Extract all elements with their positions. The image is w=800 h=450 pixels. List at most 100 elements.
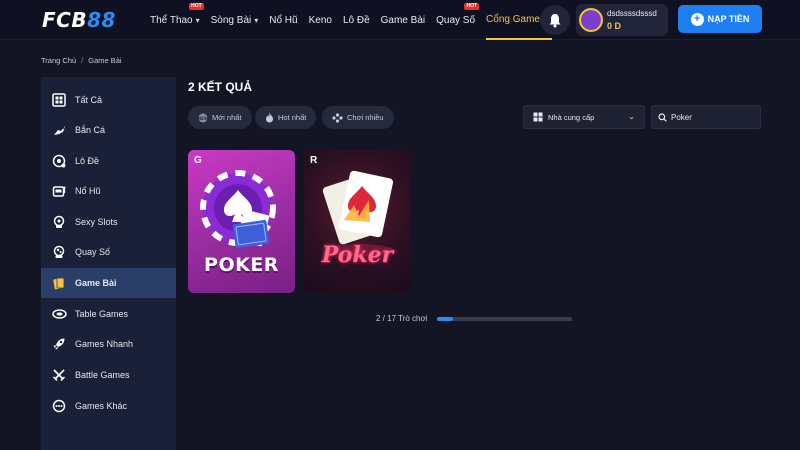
- fire-icon: [265, 112, 274, 123]
- sidebar-item-label: Games Khác: [75, 401, 128, 411]
- grid-icon: [51, 92, 67, 108]
- sidebar-item-game-bai[interactable]: Game Bài: [41, 268, 176, 298]
- hot-badge: HOT: [464, 3, 480, 10]
- sidebar-item-label: Games Nhanh: [75, 339, 134, 349]
- game-title: Poker: [321, 242, 394, 268]
- new-icon: NEW: [198, 113, 208, 123]
- filter-hottest-button[interactable]: Hot nhất: [255, 106, 317, 129]
- chevron-down-icon: ▾: [254, 15, 259, 25]
- nav-label: Quay Số: [436, 14, 476, 26]
- notification-bell-button[interactable]: [540, 5, 570, 35]
- swords-icon: [51, 367, 67, 383]
- filter-label: Hot nhất: [278, 113, 307, 122]
- fish-icon: [51, 122, 67, 138]
- deposit-label: NẠP TIỀN: [707, 14, 750, 24]
- filter-most-played-button[interactable]: Chơi nhiều: [322, 106, 394, 129]
- nav-item-no-hu[interactable]: Nổ Hũ: [269, 0, 297, 40]
- nav-label: Thể Thao: [150, 14, 193, 26]
- result-count-title: 2 KẾT QUẢ: [188, 80, 253, 94]
- slots-icon: [51, 214, 67, 230]
- top-header: FCB88 Thể Thao ▾ HOT Sòng Bài ▾ Nổ Hũ Ke…: [0, 0, 800, 40]
- sidebar-item-label: Quay Số: [75, 247, 111, 257]
- provider-badge: G: [194, 155, 202, 166]
- sidebar-item-label: Tất Cả: [75, 95, 103, 105]
- sidebar-item-no-hu[interactable]: Nổ Hũ: [41, 176, 176, 206]
- sidebar-item-label: Table Games: [75, 309, 129, 319]
- sidebar-item-label: Battle Games: [75, 370, 130, 380]
- deposit-button[interactable]: + NẠP TIỀN: [678, 5, 762, 33]
- provider-badge: R: [310, 155, 318, 166]
- game-title: POKER: [204, 254, 279, 276]
- lottery-ball-icon: [51, 153, 67, 169]
- main-nav: Thể Thao ▾ HOT Sòng Bài ▾ Nổ Hũ Keno Lô …: [150, 0, 563, 40]
- search-input[interactable]: [671, 112, 756, 122]
- search-icon: [658, 112, 667, 122]
- chevron-down-icon: ⌄: [628, 112, 635, 121]
- logo-text-part2: 88: [87, 8, 116, 32]
- game-card-poker-1[interactable]: G POKER: [188, 150, 295, 293]
- sidebar-item-lo-de[interactable]: Lô Đề: [41, 146, 176, 176]
- user-account-box[interactable]: dsdssssdsssd 0 D: [576, 4, 668, 36]
- more-games-icon: [51, 398, 67, 414]
- gamepad-icon: [332, 112, 343, 123]
- nav-item-the-thao[interactable]: Thể Thao ▾ HOT: [150, 0, 204, 40]
- hot-badge: HOT: [189, 3, 204, 10]
- game-card-poker-2[interactable]: R Poker: [304, 150, 411, 293]
- nav-label: Sòng Bài: [210, 14, 252, 26]
- search-box[interactable]: [651, 105, 761, 129]
- sidebar-item-label: Lô Đề: [75, 156, 100, 166]
- breadcrumb-current: Game Bài: [88, 56, 122, 65]
- cards-icon: [51, 275, 67, 291]
- playing-cards-artwork: [322, 170, 394, 256]
- breadcrumb-separator: /: [81, 56, 84, 65]
- site-logo[interactable]: FCB88: [42, 9, 116, 31]
- rocket-icon: [51, 336, 67, 352]
- plus-icon: +: [690, 12, 704, 26]
- filter-newest-button[interactable]: NEW Mới nhất: [188, 106, 252, 129]
- nav-label: Keno: [308, 14, 332, 26]
- nav-item-quay-so[interactable]: Quay Số HOT: [436, 0, 480, 40]
- sidebar-item-games-khac[interactable]: Games Khác: [41, 391, 176, 421]
- breadcrumb: Trang Chủ / Game Bài: [41, 56, 122, 65]
- sidebar-item-label: Bắn Cá: [75, 125, 106, 135]
- nav-item-song-bai[interactable]: Sòng Bài ▾: [211, 0, 259, 40]
- nav-label: Lô Đề: [342, 14, 370, 26]
- sidebar-item-label: Game Bài: [75, 278, 117, 288]
- avatar-image: [581, 10, 601, 30]
- bell-icon: [549, 13, 561, 27]
- sidebar-item-sexy-slots[interactable]: Sexy Slots: [41, 207, 176, 237]
- category-sidebar: Tất Cả Bắn Cá Lô Đề Nổ Hũ Sexy Slots Qua…: [41, 77, 176, 450]
- sidebar-item-ban-ca[interactable]: Bắn Cá: [41, 115, 176, 145]
- account-balance: 0 D: [607, 21, 622, 31]
- sidebar-item-label: Sexy Slots: [75, 217, 118, 227]
- svg-text:NEW: NEW: [198, 115, 208, 120]
- progress-fill: [437, 317, 453, 321]
- avatar: [579, 8, 603, 32]
- nav-item-keno[interactable]: Keno: [309, 0, 332, 40]
- sidebar-item-games-nhanh[interactable]: Games Nhanh: [41, 329, 176, 359]
- chevron-down-icon: ▾: [195, 15, 200, 25]
- load-progress-bar: [437, 317, 572, 321]
- filter-label: Chơi nhiều: [347, 113, 384, 122]
- lottery-draw-icon: [51, 244, 67, 260]
- sidebar-item-quay-so[interactable]: Quay Số: [41, 237, 176, 267]
- nav-label: Cổng Games: [486, 13, 545, 25]
- pagination-text: 2 / 17 Trò chơi: [376, 314, 428, 323]
- grid-icon: [533, 112, 543, 122]
- nav-label: Game Bài: [380, 14, 426, 26]
- username: dsdssssdsssd: [607, 9, 657, 18]
- provider-dropdown[interactable]: Nhà cung cấp ⌄: [523, 105, 645, 129]
- sidebar-item-table-games[interactable]: Table Games: [41, 299, 176, 329]
- sidebar-item-battle-games[interactable]: Battle Games: [41, 360, 176, 390]
- nav-label: Nổ Hũ: [269, 14, 298, 26]
- nav-item-lo-de[interactable]: Lô Đề: [343, 0, 370, 40]
- sidebar-item-label: Nổ Hũ: [75, 186, 101, 196]
- logo-text-part1: FCB: [42, 8, 88, 32]
- sidebar-item-tat-ca[interactable]: Tất Cả: [41, 85, 176, 115]
- provider-label: Nhà cung cấp: [548, 112, 595, 122]
- breadcrumb-home[interactable]: Trang Chủ: [41, 56, 76, 65]
- slot-machine-icon: [51, 183, 67, 199]
- filter-label: Mới nhất: [212, 113, 242, 122]
- table-icon: [51, 306, 67, 322]
- nav-item-game-bai[interactable]: Game Bài: [381, 0, 425, 40]
